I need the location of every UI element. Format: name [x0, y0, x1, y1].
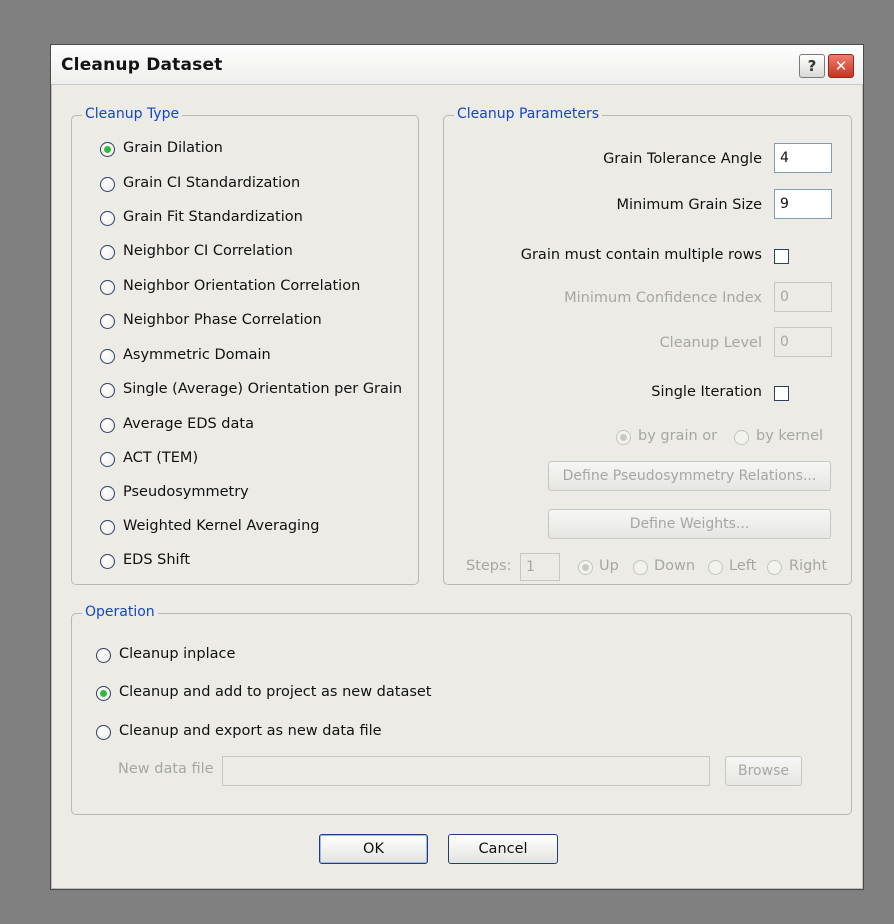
operation-radio[interactable]: [96, 686, 111, 701]
cleanup-type-radio[interactable]: [100, 486, 115, 501]
steps-input[interactable]: 1: [520, 553, 560, 581]
direction-up-radio[interactable]: [578, 560, 593, 575]
direction-right-label: Right: [789, 558, 828, 574]
multiple-rows-checkbox[interactable]: [774, 249, 789, 264]
minimum-grain-size-label: Minimum Grain Size: [616, 197, 762, 213]
cleanup-type-radio[interactable]: [100, 142, 115, 157]
by-kernel-label: by kernel: [756, 428, 824, 444]
operation-legend: Operation: [82, 604, 158, 620]
cleanup-type-radio[interactable]: [100, 554, 115, 569]
cleanup-type-label: Pseudosymmetry: [123, 484, 249, 500]
define-pseudosymmetry-button[interactable]: Define Pseudosymmetry Relations...: [548, 461, 831, 491]
dialog-title: Cleanup Dataset: [61, 55, 223, 75]
cleanup-type-group: Cleanup Type Grain Dilation Grain CI Sta…: [71, 106, 419, 585]
operation-radio[interactable]: [96, 725, 111, 740]
cleanup-type-label: Asymmetric Domain: [123, 347, 271, 363]
cleanup-type-radio[interactable]: [100, 520, 115, 535]
cleanup-parameters-group: Cleanup Parameters Grain Tolerance Angle…: [443, 106, 852, 585]
cleanup-type-label: Neighbor Phase Correlation: [123, 312, 322, 328]
direction-up-label: Up: [599, 558, 619, 574]
help-icon[interactable]: ?: [799, 54, 825, 78]
cleanup-type-label: Grain Dilation: [123, 140, 223, 156]
direction-down-label: Down: [654, 558, 696, 574]
minimum-confidence-index-label: Minimum Confidence Index: [564, 290, 762, 306]
minimum-confidence-index-input[interactable]: 0: [774, 282, 832, 312]
cleanup-type-radio[interactable]: [100, 280, 115, 295]
cleanup-parameters-legend: Cleanup Parameters: [454, 106, 603, 122]
minimum-grain-size-input[interactable]: 9: [774, 189, 832, 219]
operation-label: Cleanup and export as new data file: [119, 723, 382, 739]
cleanup-dataset-dialog: Cleanup Dataset ? ✕ Cleanup Type Grain D…: [50, 44, 864, 890]
new-data-file-label: New data file: [118, 761, 214, 777]
direction-right-radio[interactable]: [767, 560, 782, 575]
cleanup-type-label: Single (Average) Orientation per Grain: [123, 381, 403, 397]
cleanup-type-radio[interactable]: [100, 383, 115, 398]
cleanup-type-radio[interactable]: [100, 211, 115, 226]
single-iteration-label: Single Iteration: [651, 384, 762, 400]
operation-label: Cleanup inplace: [119, 646, 236, 662]
cleanup-level-label: Cleanup Level: [659, 335, 762, 351]
direction-down-radio[interactable]: [633, 560, 648, 575]
by-grain-label: by grain or: [638, 428, 718, 444]
cleanup-type-label: Weighted Kernel Averaging: [123, 518, 320, 534]
cleanup-type-radio[interactable]: [100, 349, 115, 364]
cleanup-type-radio[interactable]: [100, 418, 115, 433]
cleanup-type-legend: Cleanup Type: [82, 106, 183, 122]
steps-label: Steps:: [466, 558, 512, 574]
title-bar[interactable]: Cleanup Dataset ? ✕: [51, 45, 863, 85]
grain-tolerance-angle-label: Grain Tolerance Angle: [603, 151, 762, 167]
direction-left-label: Left: [729, 558, 757, 574]
direction-left-radio[interactable]: [708, 560, 723, 575]
cleanup-type-label: Grain CI Standardization: [123, 175, 301, 191]
cleanup-type-label: EDS Shift: [123, 552, 191, 568]
browse-button[interactable]: Browse: [725, 756, 802, 786]
grain-tolerance-angle-input[interactable]: 4: [774, 143, 832, 173]
close-icon[interactable]: ✕: [828, 54, 854, 78]
operation-label: Cleanup and add to project as new datase…: [119, 684, 432, 700]
cleanup-type-label: Neighbor Orientation Correlation: [123, 278, 361, 294]
cleanup-type-radio[interactable]: [100, 452, 115, 467]
operation-group: Operation Cleanup inplace Cleanup and ad…: [71, 604, 852, 815]
operation-radio[interactable]: [96, 648, 111, 663]
cancel-button[interactable]: Cancel: [448, 834, 558, 864]
ok-button[interactable]: OK: [319, 834, 428, 864]
cleanup-type-label: ACT (TEM): [123, 450, 199, 466]
cleanup-type-radio[interactable]: [100, 245, 115, 260]
cleanup-type-label: Neighbor CI Correlation: [123, 243, 293, 259]
cleanup-type-label: Grain Fit Standardization: [123, 209, 303, 225]
cleanup-type-label: Average EDS data: [123, 416, 254, 432]
cleanup-type-radio[interactable]: [100, 314, 115, 329]
cleanup-type-radio[interactable]: [100, 177, 115, 192]
multiple-rows-label: Grain must contain multiple rows: [520, 247, 762, 263]
by-grain-radio[interactable]: [616, 430, 631, 445]
new-data-file-input[interactable]: [222, 756, 710, 786]
by-kernel-radio[interactable]: [734, 430, 749, 445]
define-weights-button[interactable]: Define Weights...: [548, 509, 831, 539]
cleanup-level-input[interactable]: 0: [774, 327, 832, 357]
single-iteration-checkbox[interactable]: [774, 386, 789, 401]
